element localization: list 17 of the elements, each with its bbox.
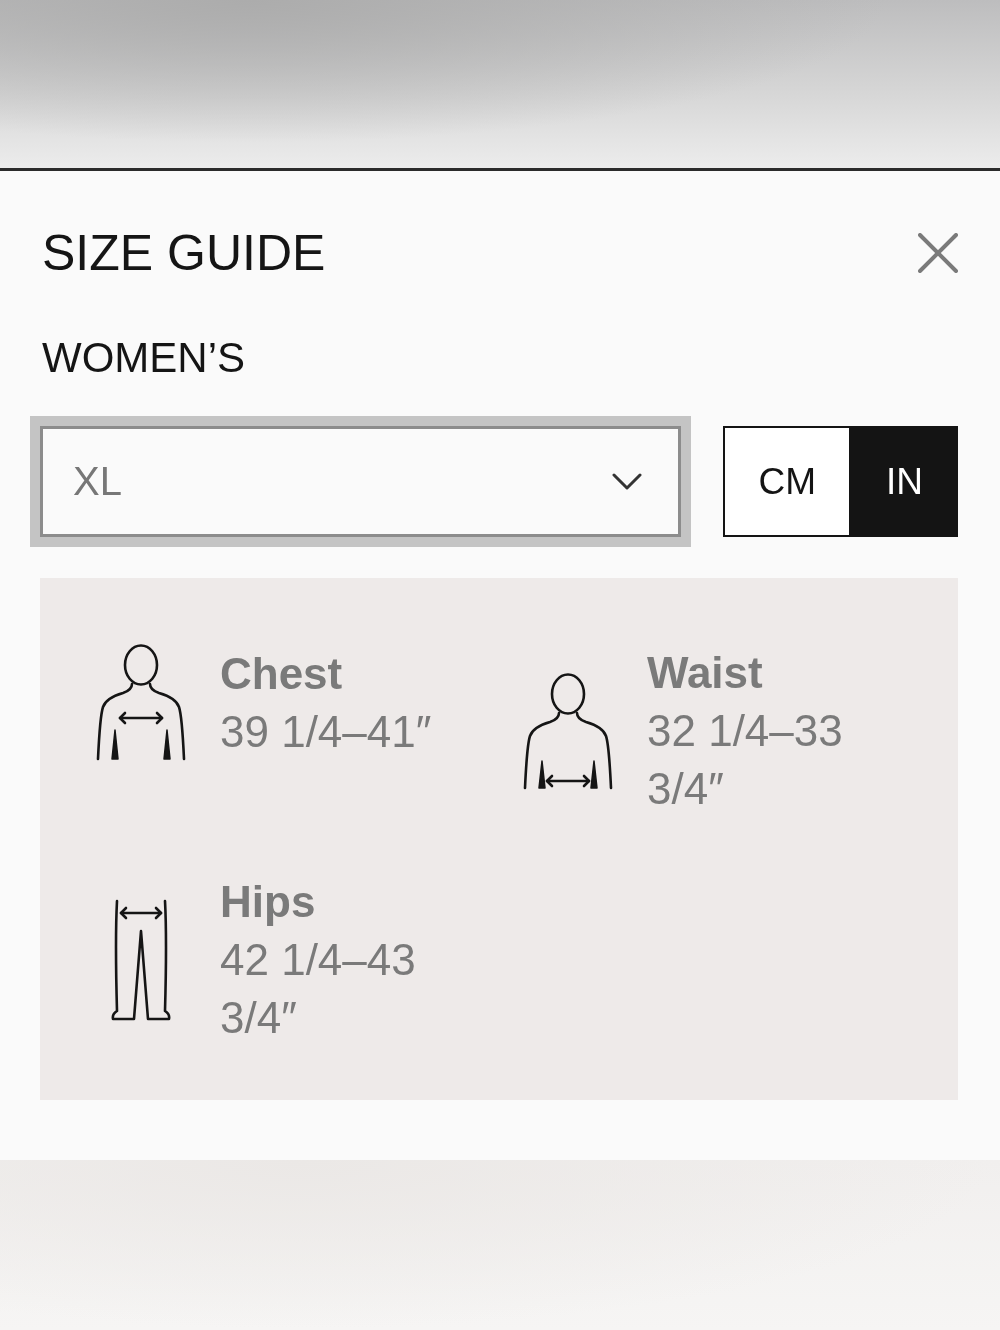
section-heading: WOMEN’S bbox=[42, 333, 246, 383]
measurement-label: Chest bbox=[220, 647, 344, 700]
trousers-icon bbox=[110, 898, 172, 1022]
chest-figure-icon bbox=[95, 644, 187, 761]
dialog-title: SIZE GUIDE bbox=[42, 224, 326, 283]
measurement-value: 42 1/4–43 3/4″ bbox=[220, 934, 417, 1044]
size-select[interactable]: XL bbox=[30, 416, 692, 547]
unit-toggle-button[interactable]: IN bbox=[851, 426, 958, 537]
measurement-label: Hips bbox=[220, 876, 317, 928]
chevron-down-icon bbox=[612, 473, 643, 490]
unit-toggle-button[interactable]: CM bbox=[723, 426, 851, 537]
close-button[interactable] bbox=[918, 233, 958, 273]
measurement-value: 32 1/4–33 3/4″ bbox=[647, 705, 844, 815]
waist-figure-icon bbox=[522, 672, 614, 790]
measurement-value: 39 1/4–41″ bbox=[220, 705, 433, 758]
close-icon bbox=[918, 233, 958, 273]
measurement-label: Waist bbox=[647, 647, 764, 699]
